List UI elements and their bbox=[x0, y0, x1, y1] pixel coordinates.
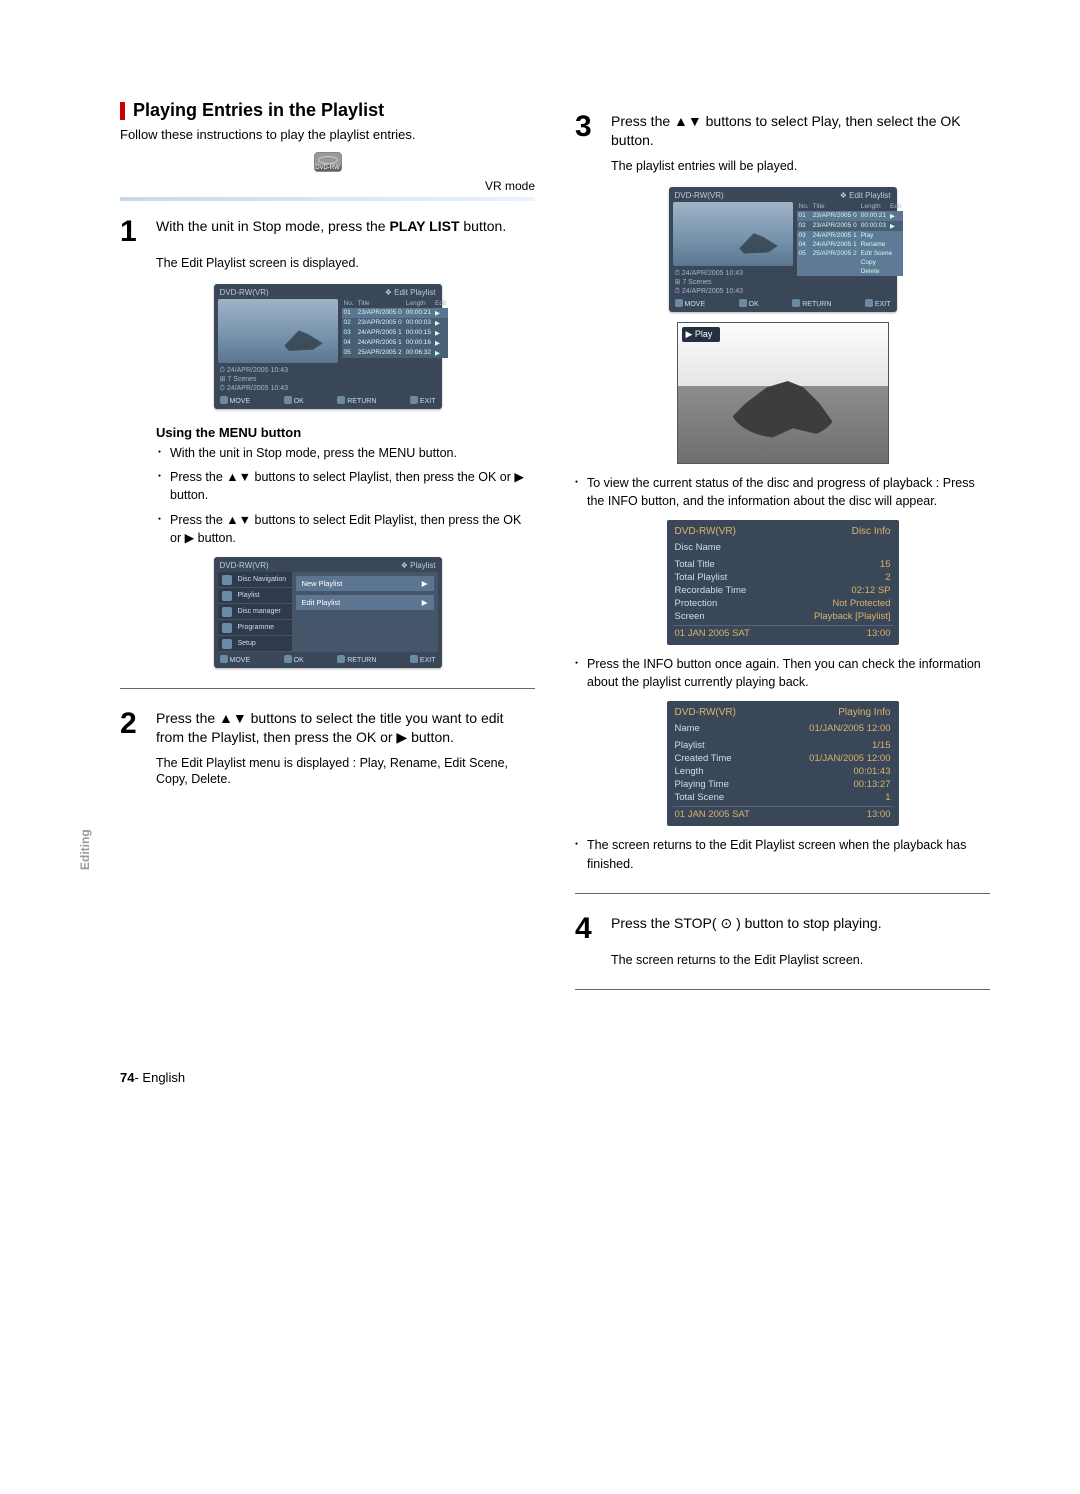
osd-thumbnail bbox=[218, 299, 338, 363]
step-2: 2 Press the ▲▼ buttons to select the tit… bbox=[120, 709, 535, 747]
gradient-separator bbox=[120, 197, 535, 201]
disc-info-box: DVD-RW(VR)Disc Info Disc Name Total Titl… bbox=[667, 520, 899, 645]
step-1-button-name: PLAY LIST bbox=[389, 218, 459, 234]
col2-bullet-2: Press the INFO button once again. Then y… bbox=[575, 655, 990, 691]
step-4: 4 Press the STOP( ⊙ ) button to stop pla… bbox=[575, 914, 990, 944]
vr-mode-label: VR mode bbox=[120, 179, 535, 193]
play-tag: ▶ Play bbox=[682, 327, 721, 342]
section-title: Playing Entries in the Playlist bbox=[120, 100, 535, 121]
menu-bullet-2: Press the ▲▼ buttons to select Playlist,… bbox=[158, 468, 535, 504]
divider-2 bbox=[575, 893, 990, 894]
osd-playlist-menu: DVD-RW(VR) ❖ Playlist Disc Navigation Pl… bbox=[214, 557, 442, 668]
dvd-rw-icon: DVD-RW bbox=[314, 152, 342, 172]
divider-3 bbox=[575, 989, 990, 990]
playing-info-box: DVD-RW(VR)Playing Info Name01/JAN/2005 1… bbox=[667, 701, 899, 826]
page-footer: 74- English bbox=[120, 1070, 990, 1085]
using-menu-heading: Using the MENU button bbox=[156, 425, 535, 440]
osd-disc-label: DVD-RW(VR) bbox=[220, 288, 269, 297]
step-3: 3 Press the ▲▼ buttons to select Play, t… bbox=[575, 112, 990, 150]
step-num-2: 2 bbox=[120, 709, 144, 747]
menu-bullet-3: Press the ▲▼ buttons to select Edit Play… bbox=[158, 511, 535, 547]
dvd-icon-label: DVD-RW bbox=[315, 165, 341, 171]
section-title-text: Playing Entries in the Playlist bbox=[133, 100, 384, 121]
step-1-sub: The Edit Playlist screen is displayed. bbox=[156, 255, 535, 272]
osd-info-block: ⏱ 24/APR/2005 10:43 ⊞ 7 Scenes ⏱ 24/APR/… bbox=[218, 363, 338, 393]
step-1: 1 With the unit in Stop mode, press the … bbox=[120, 217, 535, 247]
red-bar-icon bbox=[120, 102, 125, 120]
menu-bullet-list: With the unit in Stop mode, press the ME… bbox=[158, 444, 535, 547]
section-intro: Follow these instructions to play the pl… bbox=[120, 127, 535, 142]
osd-edit-playlist-ctx: DVD-RW(VR) ❖ Edit Playlist ⏱ 24/APR/2005… bbox=[669, 187, 897, 312]
step-3-text: Press the ▲▼ buttons to select Play, the… bbox=[611, 112, 990, 150]
page-number: 74 bbox=[120, 1070, 134, 1085]
step-num-1: 1 bbox=[120, 217, 144, 247]
step-3-sub: The playlist entries will be played. bbox=[611, 158, 990, 175]
step-num-4: 4 bbox=[575, 914, 599, 944]
step-4-text: Press the STOP( ⊙ ) button to stop playi… bbox=[611, 914, 882, 944]
step-num-3: 3 bbox=[575, 112, 599, 150]
osd-title: ❖ Edit Playlist bbox=[385, 288, 436, 297]
playback-screenshot: ▶ Play bbox=[677, 322, 889, 464]
step-1-text-post: button. bbox=[460, 218, 507, 234]
step-1-text: With the unit in Stop mode, press the PL… bbox=[156, 217, 506, 247]
divider bbox=[120, 688, 535, 689]
page-lang: English bbox=[142, 1070, 185, 1085]
step-4-sub: The screen returns to the Edit Playlist … bbox=[611, 952, 990, 969]
col2-bullet-1: To view the current status of the disc a… bbox=[575, 474, 990, 510]
osd-footer: MOVE OK RETURN EXIT bbox=[218, 393, 438, 405]
step-2-sub: The Edit Playlist menu is displayed : Pl… bbox=[156, 755, 535, 789]
menu-bullet-1: With the unit in Stop mode, press the ME… bbox=[158, 444, 535, 462]
side-tab-editing: Editing bbox=[78, 829, 92, 870]
step-2-text: Press the ▲▼ buttons to select the title… bbox=[156, 709, 535, 747]
osd-edit-playlist: DVD-RW(VR) ❖ Edit Playlist ⏱ 24/APR/2005… bbox=[214, 284, 442, 409]
col2-bullet-3: The screen returns to the Edit Playlist … bbox=[575, 836, 990, 872]
step-1-text-pre: With the unit in Stop mode, press the bbox=[156, 218, 389, 234]
osd-playlist-table: No.TitleLengthEdit 0123/APR/2005 000:00:… bbox=[342, 299, 449, 358]
